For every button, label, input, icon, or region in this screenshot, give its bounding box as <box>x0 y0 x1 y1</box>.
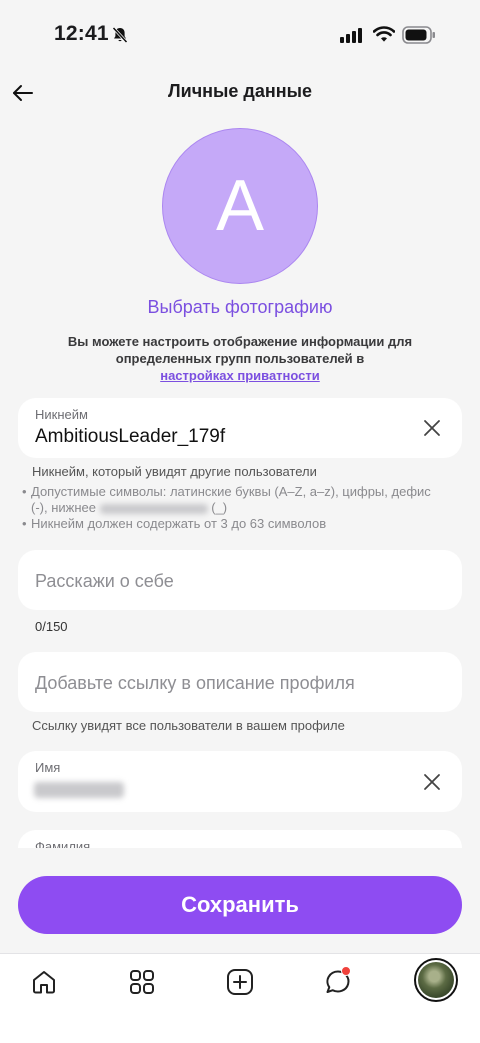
redacted-text <box>99 503 208 514</box>
home-icon[interactable] <box>30 968 58 996</box>
privacy-settings-link[interactable]: настройках приватности <box>160 368 320 383</box>
avatar[interactable]: A <box>162 128 318 284</box>
nickname-input[interactable]: AmbitiousLeader_179f <box>35 426 225 448</box>
bell-slash-icon <box>112 26 128 44</box>
privacy-note: Вы можете настроить отображение информац… <box>40 333 440 384</box>
privacy-text: Вы можете настроить отображение информац… <box>67 334 413 366</box>
status-time: 12:41 <box>54 22 109 45</box>
save-button[interactable]: Сохранить <box>18 876 462 934</box>
bottom-tab-bar <box>0 953 480 1043</box>
profile-avatar[interactable] <box>414 958 458 1002</box>
nickname-field[interactable]: Никнейм AmbitiousLeader_179f <box>18 398 462 458</box>
nickname-label: Никнейм <box>35 407 88 422</box>
page-title: Личные данные <box>168 81 312 101</box>
profile-link-hint: Ссылку увидят все пользователи в вашем п… <box>32 718 345 733</box>
profile-link-field[interactable]: Добавьте ссылку в описание профиля <box>18 652 462 712</box>
battery-icon <box>402 26 435 44</box>
signal-icon <box>340 28 362 43</box>
first-name-field[interactable]: Имя <box>18 751 462 812</box>
choose-photo-link[interactable]: Выбрать фотографию <box>0 297 480 318</box>
avatar-letter: A <box>215 166 265 246</box>
notification-badge <box>341 966 351 976</box>
add-icon[interactable] <box>226 968 254 996</box>
rule-item: Никнейм должен содержать от 3 до 63 симв… <box>22 516 442 532</box>
rule-item: Допустимые символы: латинские буквы (A–Z… <box>22 484 442 516</box>
grid-icon[interactable] <box>128 968 156 996</box>
nickname-rules: Допустимые символы: латинские буквы (A–Z… <box>22 484 442 532</box>
wifi-icon <box>373 26 395 42</box>
profile-link-input[interactable]: Добавьте ссылку в описание профиля <box>35 673 355 694</box>
profile-photo <box>418 962 454 998</box>
close-icon[interactable] <box>422 772 442 792</box>
about-field[interactable]: Расскажи о себе <box>18 550 462 610</box>
close-icon[interactable] <box>422 418 442 438</box>
last-name-label: Фамилия <box>35 839 91 854</box>
status-bar: 12:41 <box>0 0 480 72</box>
first-name-label: Имя <box>35 760 61 775</box>
about-counter: 0/150 <box>35 619 68 634</box>
first-name-value-redacted[interactable] <box>34 782 124 798</box>
nickname-hint: Никнейм, который увидят другие пользоват… <box>32 464 317 479</box>
about-input[interactable]: Расскажи о себе <box>35 571 174 592</box>
